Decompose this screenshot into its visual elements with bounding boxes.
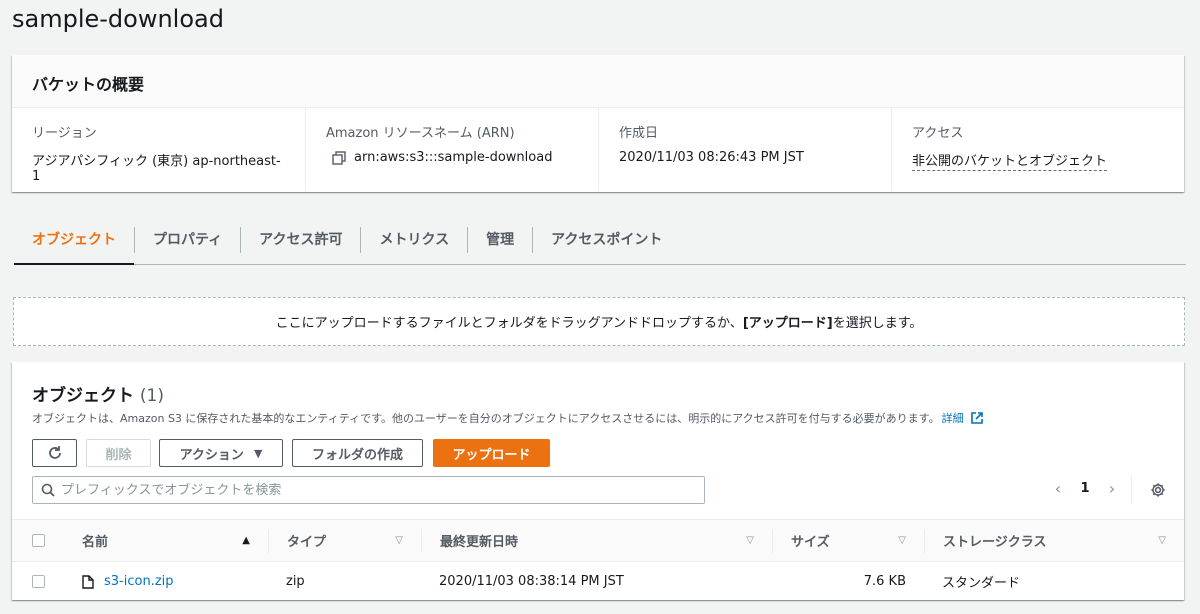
tab-access-points[interactable]: アクセスポイント	[532, 215, 680, 264]
arn-section: Amazon リソースネーム (ARN) arn:aws:s3:::sample…	[305, 108, 598, 191]
objects-panel: オブジェクト (1) オブジェクトは、Amazon S3 に保存された基本的なエ…	[12, 362, 1184, 600]
tab-objects[interactable]: オブジェクト	[14, 215, 134, 265]
file-link[interactable]: s3-icon.zip	[82, 574, 174, 589]
arn-value: arn:aws:s3:::sample-download	[354, 150, 553, 165]
bucket-tabs: オブジェクト プロパティ アクセス許可 メトリクス 管理 アクセスポイント	[14, 215, 1186, 265]
column-type[interactable]: タイプ ▽	[268, 528, 421, 553]
cell-storage-class: スタンダード	[942, 576, 1021, 591]
access-value[interactable]: 非公開のバケットとオブジェクト	[912, 150, 1108, 171]
tab-properties[interactable]: プロパティ	[134, 215, 240, 264]
caret-down-icon: ▼	[253, 446, 263, 460]
gear-icon[interactable]	[1150, 482, 1166, 498]
arn-label: Amazon リソースネーム (ARN)	[326, 126, 515, 141]
cell-last-modified: 2020/11/03 08:38:14 PM JST	[439, 574, 624, 589]
tab-management[interactable]: 管理	[467, 215, 532, 264]
row-checkbox[interactable]	[32, 575, 45, 588]
current-page[interactable]: 1	[1070, 481, 1100, 496]
create-folder-button[interactable]: フォルダの作成	[292, 439, 423, 467]
refresh-button[interactable]	[32, 439, 77, 467]
upload-button[interactable]: アップロード	[433, 439, 550, 467]
upload-dropzone[interactable]: ここにアップロードするファイルとフォルダをドラッグアンドドロップするか、 [アッ…	[13, 297, 1185, 346]
dropzone-text-end: を選択します。	[832, 316, 923, 331]
tab-permissions[interactable]: アクセス許可	[240, 215, 360, 264]
tab-metrics[interactable]: メトリクス	[360, 215, 467, 264]
pagination: ‹ 1 ›	[1046, 479, 1124, 498]
cell-type: zip	[286, 574, 305, 589]
access-section: アクセス 非公開のバケットとオブジェクト	[891, 108, 1184, 191]
pager-divider	[1131, 476, 1132, 504]
search-input[interactable]	[61, 482, 681, 498]
objects-description-row: オブジェクトは、Amazon S3 に保存された基本的なエンティティです。他のユ…	[32, 410, 984, 426]
table-header: 名前 ▲ タイプ ▽ 最終更新日時 ▽ サイズ ▽ ストレージクラス ▽	[12, 519, 1184, 562]
created-value: 2020/11/03 08:26:43 PM JST	[619, 150, 804, 165]
actions-dropdown-button[interactable]: アクション ▼	[159, 439, 283, 467]
sort-icon: ▽	[746, 535, 754, 546]
search-box	[32, 476, 705, 504]
delete-button[interactable]: 削除	[86, 439, 151, 467]
access-label: アクセス	[912, 126, 964, 141]
search-icon	[41, 483, 55, 497]
actions-label: アクション	[179, 447, 244, 463]
region-label: リージョン	[32, 126, 97, 141]
objects-title: オブジェクト	[32, 386, 134, 406]
sort-icon: ▽	[1158, 535, 1166, 546]
sort-icon: ▽	[898, 535, 906, 546]
cell-size: 7.6 KB	[863, 574, 906, 589]
prev-page-icon[interactable]: ‹	[1046, 479, 1070, 498]
page-title: sample-download	[12, 5, 224, 33]
overview-header: バケットの概要	[12, 55, 1184, 108]
column-last-modified[interactable]: 最終更新日時 ▽	[421, 528, 772, 553]
external-link-icon[interactable]	[970, 411, 984, 425]
dropzone-text: ここにアップロードするファイルとフォルダをドラッグアンドドロップするか、	[275, 316, 743, 331]
column-size[interactable]: サイズ ▽	[772, 528, 924, 553]
table-row: s3-icon.zip zip 2020/11/03 08:38:14 PM J…	[12, 562, 1184, 601]
dropzone-upload-ref: [アップロード]	[742, 316, 833, 331]
region-value: アジアパシフィック (東京) ap-northeast-1	[32, 154, 281, 184]
created-section: 作成日 2020/11/03 08:26:43 PM JST	[598, 108, 891, 191]
copy-icon[interactable]	[332, 150, 346, 165]
column-name[interactable]: 名前 ▲	[82, 529, 268, 553]
objects-description: オブジェクトは、Amazon S3 に保存された基本的なエンティティです。他のユ…	[32, 412, 940, 425]
details-link[interactable]: 詳細	[942, 410, 964, 426]
objects-count: (1)	[139, 386, 165, 406]
bucket-overview-panel: バケットの概要 リージョン アジアパシフィック (東京) ap-northeas…	[12, 55, 1184, 192]
sort-icon: ▽	[395, 535, 403, 546]
sort-asc-icon: ▲	[242, 535, 250, 546]
column-storage-class[interactable]: ストレージクラス ▽	[924, 528, 1184, 553]
refresh-icon	[48, 446, 61, 459]
objects-table: 名前 ▲ タイプ ▽ 最終更新日時 ▽ サイズ ▽ ストレージクラス ▽ s3-…	[12, 519, 1184, 601]
objects-heading: オブジェクト (1)	[32, 381, 164, 406]
region-section: リージョン アジアパシフィック (東京) ap-northeast-1	[12, 108, 305, 191]
next-page-icon[interactable]: ›	[1100, 479, 1124, 498]
created-label: 作成日	[619, 126, 659, 141]
file-icon	[82, 574, 94, 589]
select-all-checkbox[interactable]	[32, 534, 45, 547]
